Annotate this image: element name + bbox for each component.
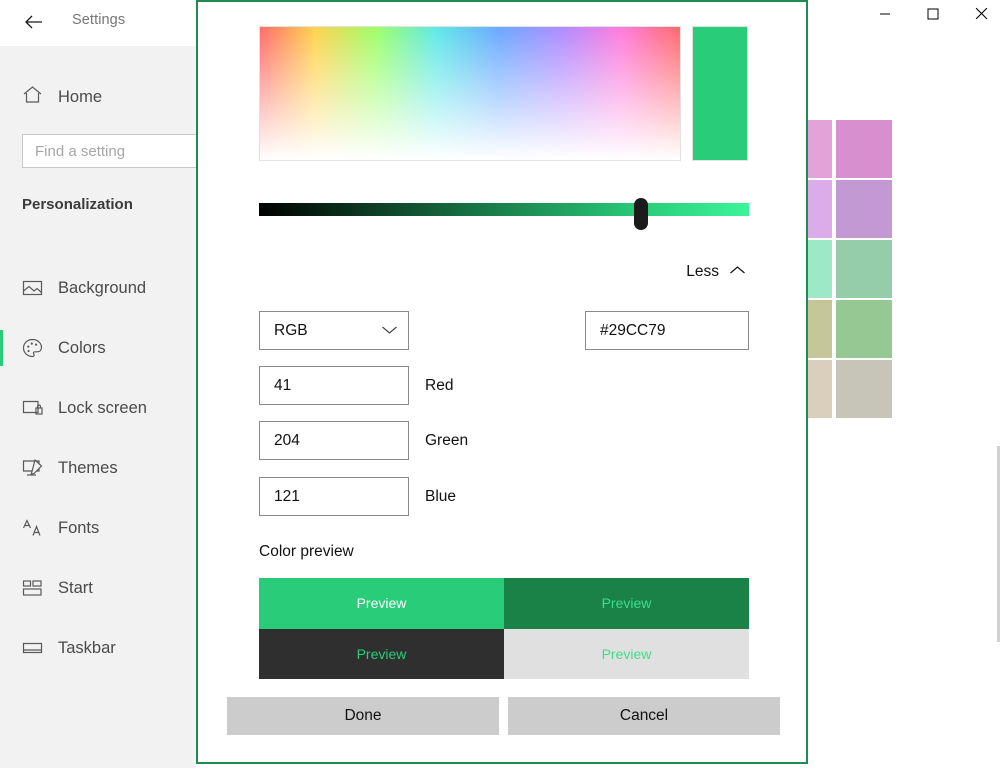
hex-input[interactable]: #29CC79 <box>585 311 749 350</box>
color-swatch[interactable] <box>836 180 892 238</box>
minimize-button[interactable] <box>861 0 909 32</box>
sidebar-item-label: Colors <box>58 338 106 357</box>
brightness-slider-thumb[interactable] <box>634 198 649 230</box>
green-input[interactable]: 204 <box>259 421 409 460</box>
selection-accent-bar <box>0 570 3 606</box>
picture-icon <box>22 279 52 297</box>
less-toggle-button[interactable]: Less <box>686 263 746 281</box>
selection-accent-bar <box>0 450 3 486</box>
selection-accent-bar <box>0 510 3 546</box>
sidebar-item-label: Fonts <box>58 518 100 537</box>
color-picker-dialog: Less RGB #29CC79 41 Red 204 Green 121 Bl… <box>196 0 808 764</box>
green-channel-row: 204 Green <box>259 421 579 460</box>
less-toggle-label: Less <box>686 263 719 280</box>
fonts-icon <box>22 519 52 537</box>
maximize-button[interactable] <box>909 0 957 32</box>
sidebar-item-label: Background <box>58 278 147 297</box>
nav-list: Background Colors Lock screen Themes Fon… <box>0 258 196 678</box>
preview-cell-accent-light: Preview <box>259 578 504 629</box>
swatch-row <box>808 300 908 359</box>
minimize-icon <box>879 7 891 25</box>
navigation-pane: Home Find a setting Personalization Back… <box>0 46 272 768</box>
nav-section-title: Personalization <box>22 196 133 213</box>
done-button[interactable]: Done <box>227 697 499 735</box>
blue-channel-row: 121 Blue <box>259 477 579 516</box>
close-icon <box>975 7 988 25</box>
selection-accent-bar <box>0 630 3 666</box>
sidebar-item-label: Taskbar <box>58 638 116 657</box>
red-channel-row: 41 Red <box>259 366 579 405</box>
preview-cell-light-bg: Preview <box>504 628 749 679</box>
color-swatch[interactable] <box>836 360 892 418</box>
brightness-slider[interactable] <box>259 198 749 230</box>
hex-value: #29CC79 <box>600 321 666 339</box>
color-swatch[interactable] <box>808 180 832 238</box>
blue-label: Blue <box>425 487 457 505</box>
color-preview-grid: Preview Preview Preview Preview <box>259 578 749 679</box>
back-button[interactable] <box>14 5 54 39</box>
color-swatch[interactable] <box>836 240 892 298</box>
selection-accent-bar <box>0 330 3 366</box>
red-label: Red <box>425 376 454 394</box>
cancel-button[interactable]: Cancel <box>508 697 780 735</box>
start-icon <box>22 579 52 597</box>
home-icon <box>22 85 52 109</box>
selection-accent-bar <box>0 390 3 426</box>
settings-app-window: Settings Home Find a setting Personaliza… <box>0 0 1005 768</box>
swatch-row <box>808 360 908 419</box>
selection-accent-bar <box>0 270 3 306</box>
color-swatch[interactable] <box>808 360 832 418</box>
sidebar-item-label: Start <box>58 578 93 597</box>
green-label: Green <box>425 431 469 449</box>
chevron-up-icon <box>729 263 746 281</box>
sidebar-item-taskbar[interactable]: Taskbar <box>0 618 196 678</box>
sidebar-item-home-label: Home <box>58 87 103 106</box>
color-swatch[interactable] <box>808 240 832 298</box>
preview-cell-dark-bg: Preview <box>259 628 504 679</box>
color-spectrum[interactable] <box>259 26 681 161</box>
selected-color-preview <box>692 26 748 161</box>
vertical-scrollbar[interactable] <box>997 446 1000 642</box>
maximize-icon <box>927 7 939 25</box>
color-swatch[interactable] <box>836 300 892 358</box>
swatch-row <box>808 240 908 299</box>
back-arrow-icon <box>24 14 44 30</box>
sidebar-item-start[interactable]: Start <box>0 558 196 618</box>
sidebar-item-label: Lock screen <box>58 398 147 417</box>
search-placeholder: Find a setting <box>35 142 126 160</box>
color-mode-value: RGB <box>274 321 308 339</box>
close-button[interactable] <box>957 0 1005 32</box>
palette-icon <box>22 338 52 358</box>
sidebar-item-colors[interactable]: Colors <box>0 318 196 378</box>
recent-colors-grid <box>808 120 908 420</box>
window-title: Settings <box>72 12 126 28</box>
swatch-row <box>808 120 908 179</box>
color-swatch[interactable] <box>808 120 832 178</box>
color-preview-heading: Color preview <box>259 543 354 560</box>
dialog-buttons: Done Cancel <box>227 697 781 735</box>
sidebar-item-lock-screen[interactable]: Lock screen <box>0 378 196 438</box>
sidebar-item-background[interactable]: Background <box>0 258 196 318</box>
brightness-slider-track <box>259 203 749 216</box>
sidebar-item-label: Themes <box>58 458 118 477</box>
sidebar-item-home[interactable]: Home <box>0 74 196 120</box>
sidebar-item-fonts[interactable]: Fonts <box>0 498 196 558</box>
color-swatch[interactable] <box>808 300 832 358</box>
window-controls <box>861 0 1005 46</box>
sidebar-item-themes[interactable]: Themes <box>0 438 196 498</box>
swatch-row <box>808 180 908 239</box>
chevron-down-icon <box>381 322 398 340</box>
blue-input[interactable]: 121 <box>259 477 409 516</box>
preview-cell-accent-dark: Preview <box>504 578 749 629</box>
themes-icon <box>22 459 52 477</box>
red-input[interactable]: 41 <box>259 366 409 405</box>
color-mode-select[interactable]: RGB <box>259 311 409 350</box>
color-swatch[interactable] <box>836 120 892 178</box>
lock-screen-icon <box>22 399 52 417</box>
taskbar-icon <box>22 640 52 656</box>
